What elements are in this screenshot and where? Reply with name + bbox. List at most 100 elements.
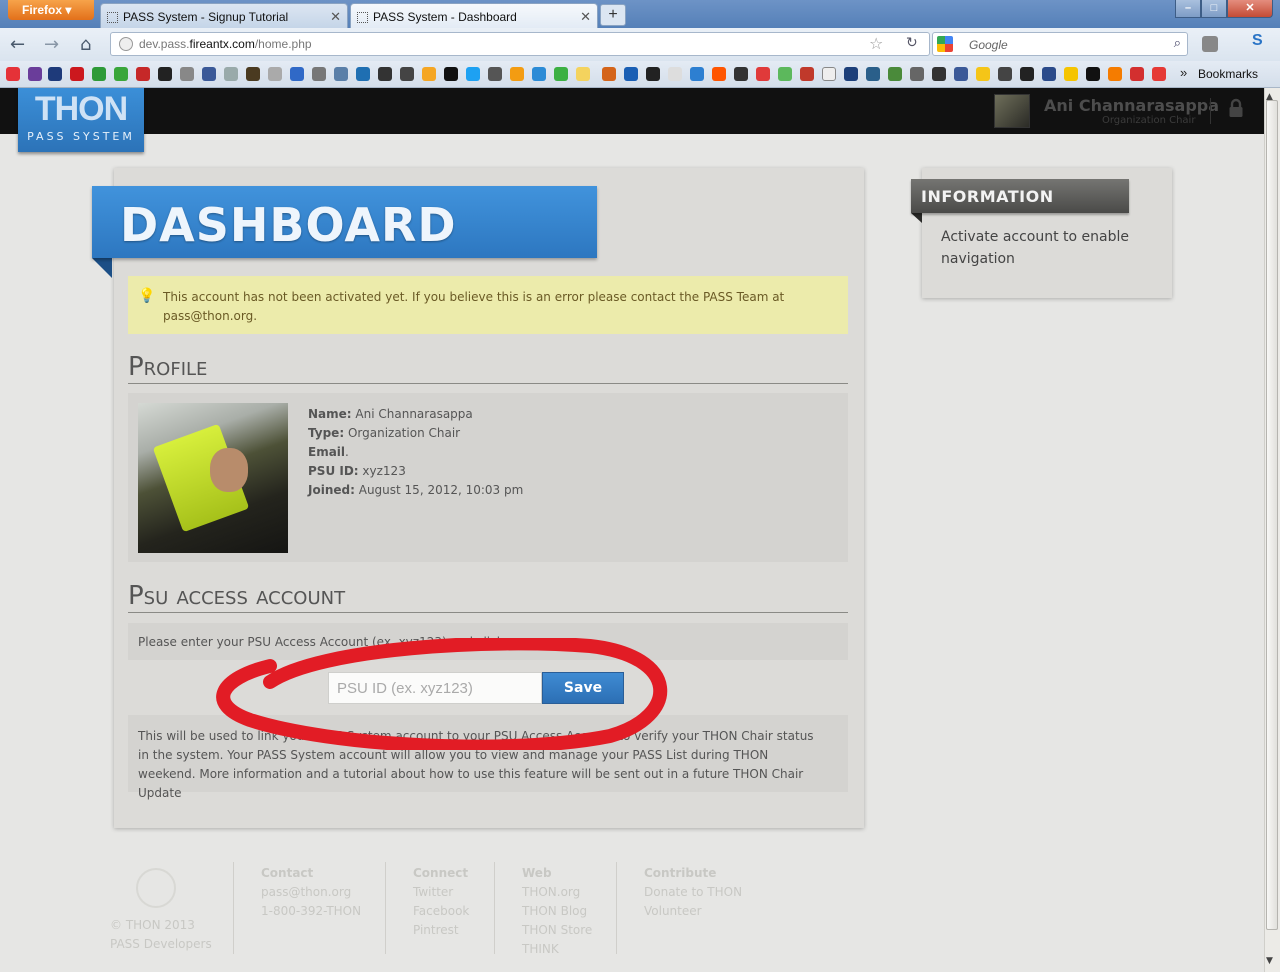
bookmark-icon[interactable]: [136, 67, 150, 81]
psu-id-input[interactable]: PSU ID (ex. xyz123): [328, 672, 542, 704]
bookmark-icon[interactable]: [910, 67, 924, 81]
bookmark-icon[interactable]: [158, 67, 172, 81]
home-icon[interactable]: ⌂: [80, 34, 91, 55]
bookmark-star-icon[interactable]: ☆: [869, 34, 883, 53]
bookmark-icon[interactable]: [976, 67, 990, 81]
footer-link[interactable]: pass@thon.org: [261, 883, 361, 902]
footer-link[interactable]: THON Blog: [522, 902, 592, 921]
footer-link[interactable]: THON.org: [522, 883, 592, 902]
bookmark-icon[interactable]: [400, 67, 414, 81]
close-tab-icon[interactable]: ✕: [580, 9, 591, 25]
back-arrow-icon[interactable]: ←: [10, 34, 25, 55]
footer-link[interactable]: THON Store: [522, 921, 592, 940]
scroll-down-arrow-icon[interactable]: ▼: [1266, 956, 1273, 966]
bookmark-icon[interactable]: [290, 67, 304, 81]
url-text[interactable]: dev.pass.fireantx.com/home.php: [139, 37, 312, 51]
bookmark-icon[interactable]: [356, 67, 370, 81]
bookmark-icon[interactable]: [998, 67, 1012, 81]
bookmark-icon[interactable]: [70, 67, 84, 81]
search-input[interactable]: Google: [969, 38, 1008, 52]
bookmark-icon[interactable]: [444, 67, 458, 81]
bookmark-icon[interactable]: [1064, 67, 1078, 81]
bookmark-icon[interactable]: [268, 67, 282, 81]
close-tab-icon[interactable]: ✕: [330, 9, 341, 25]
footer-connect-column: Connect Twitter Facebook Pintrest: [413, 864, 469, 940]
scrollbar-thumb[interactable]: [1266, 100, 1278, 930]
bookmark-icon[interactable]: [114, 67, 128, 81]
bookmark-icon[interactable]: [576, 67, 590, 81]
bookmark-icon[interactable]: [756, 67, 770, 81]
bookmark-icon[interactable]: [1086, 67, 1100, 81]
footer-link[interactable]: Pintrest: [413, 921, 469, 940]
bookmark-icon[interactable]: [690, 67, 704, 81]
reload-icon[interactable]: ↻: [906, 35, 918, 51]
bookmark-icon[interactable]: [466, 67, 480, 81]
address-bar[interactable]: dev.pass.fireantx.com/home.php ☆ ↻: [110, 32, 930, 56]
bookmark-icon[interactable]: [822, 67, 836, 81]
footer-link[interactable]: THINK: [522, 940, 592, 959]
footer-link[interactable]: Twitter: [413, 883, 469, 902]
bookmark-icon[interactable]: [334, 67, 348, 81]
save-button[interactable]: Save: [542, 672, 624, 704]
bookmark-icon[interactable]: [668, 67, 682, 81]
developers-link[interactable]: PASS Developers: [110, 935, 212, 954]
close-window-button[interactable]: ✕: [1227, 0, 1273, 18]
bookmark-icon[interactable]: [800, 67, 814, 81]
bookmark-icon[interactable]: [510, 67, 524, 81]
tab-signup-tutorial[interactable]: PASS System - Signup Tutorial ✕: [100, 3, 348, 28]
firefox-menu-button[interactable]: Firefox ▾: [8, 0, 94, 20]
search-bar[interactable]: Google ⌕: [932, 32, 1188, 56]
bookmark-icon[interactable]: [1108, 67, 1122, 81]
avatar[interactable]: [994, 94, 1030, 128]
bookmark-icon[interactable]: [954, 67, 968, 81]
profile-details: Name: Ani Channarasappa Type: Organizati…: [308, 405, 523, 500]
tab-dashboard[interactable]: PASS System - Dashboard ✕: [350, 3, 598, 28]
bookmark-icon[interactable]: [532, 67, 546, 81]
bookmark-icon[interactable]: [28, 67, 42, 81]
bookmark-icon[interactable]: [312, 67, 326, 81]
bookmark-icon[interactable]: [1020, 67, 1034, 81]
bookmark-icon[interactable]: [888, 67, 902, 81]
bookmark-icon[interactable]: [224, 67, 238, 81]
search-icon[interactable]: ⌕: [1174, 36, 1181, 51]
bookmark-icon[interactable]: [646, 67, 660, 81]
bookmarks-overflow-chevron[interactable]: »: [1180, 65, 1187, 80]
bookmark-icon[interactable]: [1152, 67, 1166, 81]
new-tab-button[interactable]: +: [600, 4, 626, 26]
footer-link[interactable]: 1-800-392-THON: [261, 902, 361, 921]
lock-icon[interactable]: [1228, 98, 1244, 118]
bookmark-icon[interactable]: [932, 67, 946, 81]
bookmark-icon[interactable]: [488, 67, 502, 81]
footer-link[interactable]: Volunteer: [644, 902, 742, 921]
bookmark-icon[interactable]: [378, 67, 392, 81]
footer-link[interactable]: Donate to THON: [644, 883, 742, 902]
bookmark-icon[interactable]: [866, 67, 880, 81]
bookmark-icon[interactable]: [734, 67, 748, 81]
bookmark-icon[interactable]: [602, 67, 616, 81]
forward-arrow-icon[interactable]: →: [44, 34, 59, 55]
bookmark-icon[interactable]: [844, 67, 858, 81]
bookmark-icon[interactable]: [1130, 67, 1144, 81]
bookmarks-menu[interactable]: Bookmarks: [1198, 67, 1258, 81]
bookmark-icon[interactable]: [246, 67, 260, 81]
bookmark-icon[interactable]: [180, 67, 194, 81]
bookmark-icon[interactable]: [92, 67, 106, 81]
bookmark-icon[interactable]: [712, 67, 726, 81]
bookmark-icon[interactable]: [778, 67, 792, 81]
bookmark-icon[interactable]: [48, 67, 62, 81]
bookmark-icon[interactable]: [1042, 67, 1056, 81]
user-name[interactable]: Ani Channarasappa: [1044, 96, 1219, 115]
bookmark-icon[interactable]: [6, 67, 20, 81]
google-icon[interactable]: [937, 36, 953, 52]
site-identity-icon[interactable]: [119, 37, 133, 51]
maximize-window-button[interactable]: □: [1201, 0, 1227, 18]
minimize-window-button[interactable]: –: [1175, 0, 1201, 18]
bookmark-icon[interactable]: [554, 67, 568, 81]
bookmark-icon[interactable]: [422, 67, 436, 81]
thon-logo[interactable]: THON PASS SYSTEM: [18, 88, 144, 152]
skype-addon-icon[interactable]: S: [1252, 32, 1263, 50]
footer-link[interactable]: Facebook: [413, 902, 469, 921]
bookmark-icon[interactable]: [202, 67, 216, 81]
bookmark-icon[interactable]: [624, 67, 638, 81]
addon-icon[interactable]: [1202, 36, 1218, 52]
